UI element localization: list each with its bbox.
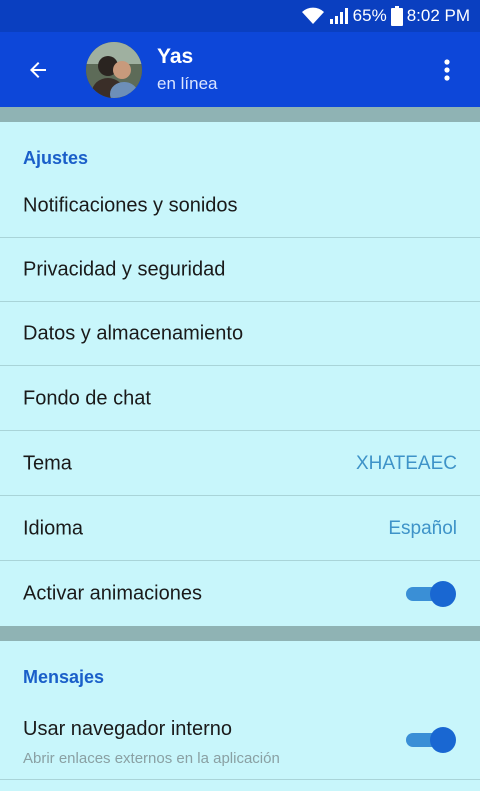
settings-item-label: Usar navegador interno <box>23 718 233 740</box>
more-options-button[interactable] <box>432 52 462 88</box>
section-divider <box>0 107 480 122</box>
status-bar: 65% 8:02 PM <box>0 0 480 32</box>
avatar[interactable] <box>86 42 142 98</box>
section-title-ajustes: Ajustes <box>23 148 89 168</box>
settings-item-label: Fondo de chat <box>23 387 151 409</box>
battery-icon <box>390 6 403 26</box>
settings-item-value: Español <box>388 517 457 539</box>
settings-item-label: Tema <box>23 452 72 474</box>
settings-item-animations[interactable]: Activar animaciones <box>0 562 480 626</box>
toggle-knob <box>430 726 456 753</box>
animations-toggle[interactable] <box>404 581 456 607</box>
settings-item-chat-background[interactable]: Fondo de chat <box>0 367 480 431</box>
settings-item-label: Activar animaciones <box>23 582 202 605</box>
chat-name[interactable]: Yas <box>157 45 193 69</box>
internal-browser-toggle[interactable] <box>404 726 456 753</box>
section-title-mensajes: Mensajes <box>23 667 105 687</box>
signal-icon <box>329 7 349 25</box>
settings-item-label: Privacidad y seguridad <box>23 258 226 280</box>
settings-item-internal-browser[interactable]: Usar navegador interno Abrir enlaces ext… <box>0 700 480 780</box>
battery-percent: 65% <box>352 6 387 25</box>
settings-item-value: XHATEAEC <box>355 452 457 474</box>
settings-item-subtitle: Abrir enlaces externos en la aplicación <box>23 750 280 767</box>
settings-item-data-storage[interactable]: Datos y almacenamiento <box>0 302 480 366</box>
settings-item-notifications[interactable]: Notificaciones y sonidos <box>0 174 480 238</box>
settings-item-language[interactable]: Idioma Español <box>0 497 480 561</box>
chat-status: en línea <box>157 74 218 93</box>
settings-item-label: Idioma <box>23 517 84 539</box>
section-divider <box>0 626 480 641</box>
more-vert-icon <box>444 59 450 81</box>
settings-item-label: Datos y almacenamiento <box>23 322 244 344</box>
settings-item-privacy[interactable]: Privacidad y seguridad <box>0 238 480 302</box>
back-button[interactable] <box>20 52 56 88</box>
wifi-icon <box>301 7 325 25</box>
toggle-knob <box>430 581 456 607</box>
back-arrow-icon <box>30 62 46 78</box>
settings-item-label: Notificaciones y sonidos <box>23 194 238 216</box>
clock: 8:02 PM <box>406 6 470 25</box>
settings-item-theme[interactable]: Tema XHATEAEC <box>0 432 480 496</box>
chat-header: Yas en línea <box>0 32 480 107</box>
